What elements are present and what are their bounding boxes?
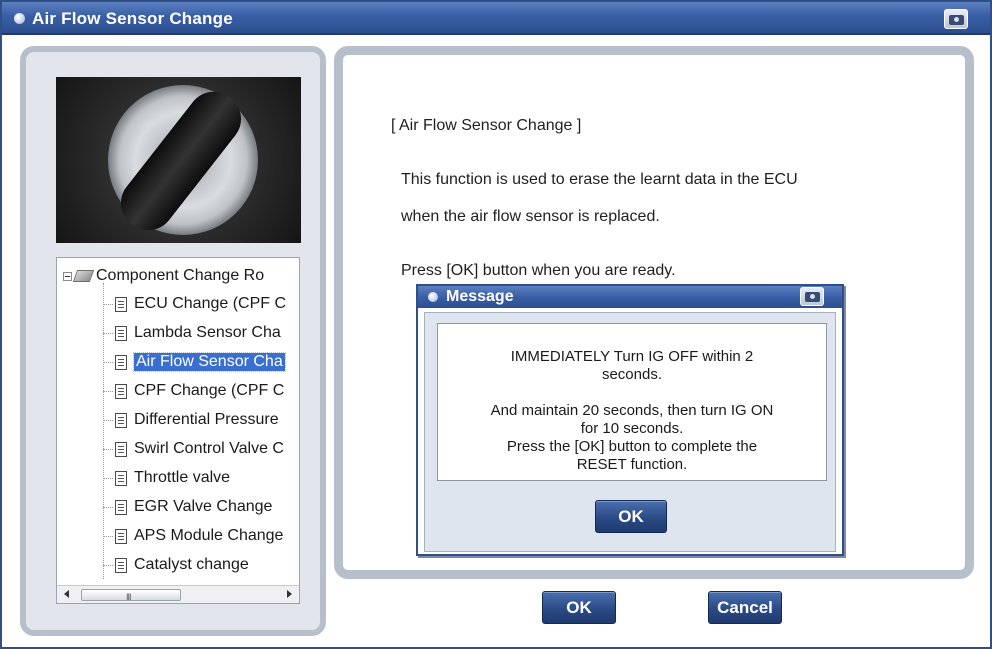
tree-item-label: ECU Change (CPF C	[134, 295, 287, 312]
message-line: seconds.	[601, 366, 663, 383]
camera-icon[interactable]	[944, 9, 968, 29]
tree-item-aps-module[interactable]: APS Module Change	[103, 525, 283, 547]
tree-item-label: Air Flow Sensor Cha	[133, 352, 286, 372]
message-line: Press the [OK] button to complete the	[506, 438, 758, 455]
tree-item-label: Throttle valve	[134, 469, 231, 486]
tree-item-label: Lambda Sensor Cha	[134, 324, 281, 341]
scrollbar-grip: III	[126, 592, 131, 602]
message-line: And maintain 20 seconds, then turn IG ON	[490, 402, 774, 419]
document-icon	[115, 296, 127, 312]
tree-item-lambda-sensor[interactable]: Lambda Sensor Cha	[103, 322, 281, 344]
instruction-text: Press [OK] button when you are ready.	[401, 262, 676, 279]
scroll-left-icon[interactable]	[64, 590, 69, 598]
cancel-button[interactable]: Cancel	[708, 591, 782, 624]
message-title: Message	[446, 288, 514, 305]
window-menu-icon[interactable]	[14, 13, 25, 24]
tree-item-label: Swirl Control Valve C	[134, 440, 284, 457]
description-line-2: when the air flow sensor is replaced.	[401, 208, 660, 225]
tree-item-label: APS Module Change	[134, 527, 284, 544]
tree-item-swirl-control-valve[interactable]: Swirl Control Valve C	[103, 438, 284, 460]
camera-icon[interactable]	[800, 287, 824, 306]
tree-item-label: Catalyst change	[134, 556, 249, 573]
message-text-box: IMMEDIATELY Turn IG OFF within 2 seconds…	[437, 323, 827, 481]
component-folder-icon	[72, 270, 95, 282]
tree-item-air-flow-sensor[interactable]: Air Flow Sensor Cha	[103, 351, 286, 373]
tree-item-label: CPF Change (CPF C	[134, 382, 285, 399]
tree-item-cpf-change[interactable]: CPF Change (CPF C	[103, 380, 284, 402]
description-line-1: This function is used to erase the learn…	[401, 171, 798, 188]
horizontal-scrollbar[interactable]: III	[57, 585, 299, 603]
tree-item-throttle-valve[interactable]: Throttle valve	[103, 467, 230, 489]
ok-button[interactable]: OK	[542, 591, 616, 624]
tree-item-differential-pressure[interactable]: Differential Pressure	[103, 409, 279, 431]
component-tree[interactable]: Component Change Ro ECU Change (CPF C La…	[56, 257, 300, 604]
document-icon	[115, 499, 127, 515]
document-icon	[115, 383, 127, 399]
document-icon	[115, 412, 127, 428]
tree-root[interactable]: Component Change Ro	[63, 266, 264, 286]
document-icon	[115, 528, 127, 544]
message-ok-button[interactable]: OK	[595, 500, 667, 533]
tree-item-catalyst-change[interactable]: Catalyst change	[103, 554, 249, 576]
left-panel: Component Change Ro ECU Change (CPF C La…	[20, 46, 326, 636]
tree-root-label: Component Change Ro	[96, 267, 265, 284]
message-dialog: Message IMMEDIATELY Turn IG OFF within 2…	[416, 284, 844, 556]
ignition-key-image	[56, 77, 301, 243]
message-body: IMMEDIATELY Turn IG OFF within 2 seconds…	[424, 312, 836, 552]
tree-item-ecu-change[interactable]: ECU Change (CPF C	[103, 293, 286, 315]
message-line: for 10 seconds.	[580, 420, 684, 437]
collapse-icon[interactable]	[63, 271, 72, 281]
window-title: Air Flow Sensor Change	[32, 9, 233, 28]
function-heading: [ Air Flow Sensor Change ]	[391, 117, 582, 134]
document-icon	[115, 441, 127, 457]
tree-item-label: Differential Pressure	[134, 411, 279, 428]
scroll-right-icon[interactable]	[287, 590, 292, 598]
document-icon	[115, 354, 127, 370]
scrollbar-thumb[interactable]: III	[81, 589, 181, 602]
tree-item-label: EGR Valve Change	[134, 498, 273, 515]
air-flow-sensor-change-window: Air Flow Sensor Change Component Change …	[0, 0, 992, 649]
document-icon	[115, 557, 127, 573]
message-titlebar: Message	[418, 286, 842, 308]
message-line: RESET function.	[576, 456, 688, 473]
message-menu-icon[interactable]	[428, 292, 438, 302]
window-titlebar: Air Flow Sensor Change	[2, 2, 990, 35]
document-icon	[115, 325, 127, 341]
tree-item-egr-valve[interactable]: EGR Valve Change	[103, 496, 272, 518]
document-icon	[115, 470, 127, 486]
message-line: IMMEDIATELY Turn IG OFF within 2	[510, 348, 754, 365]
